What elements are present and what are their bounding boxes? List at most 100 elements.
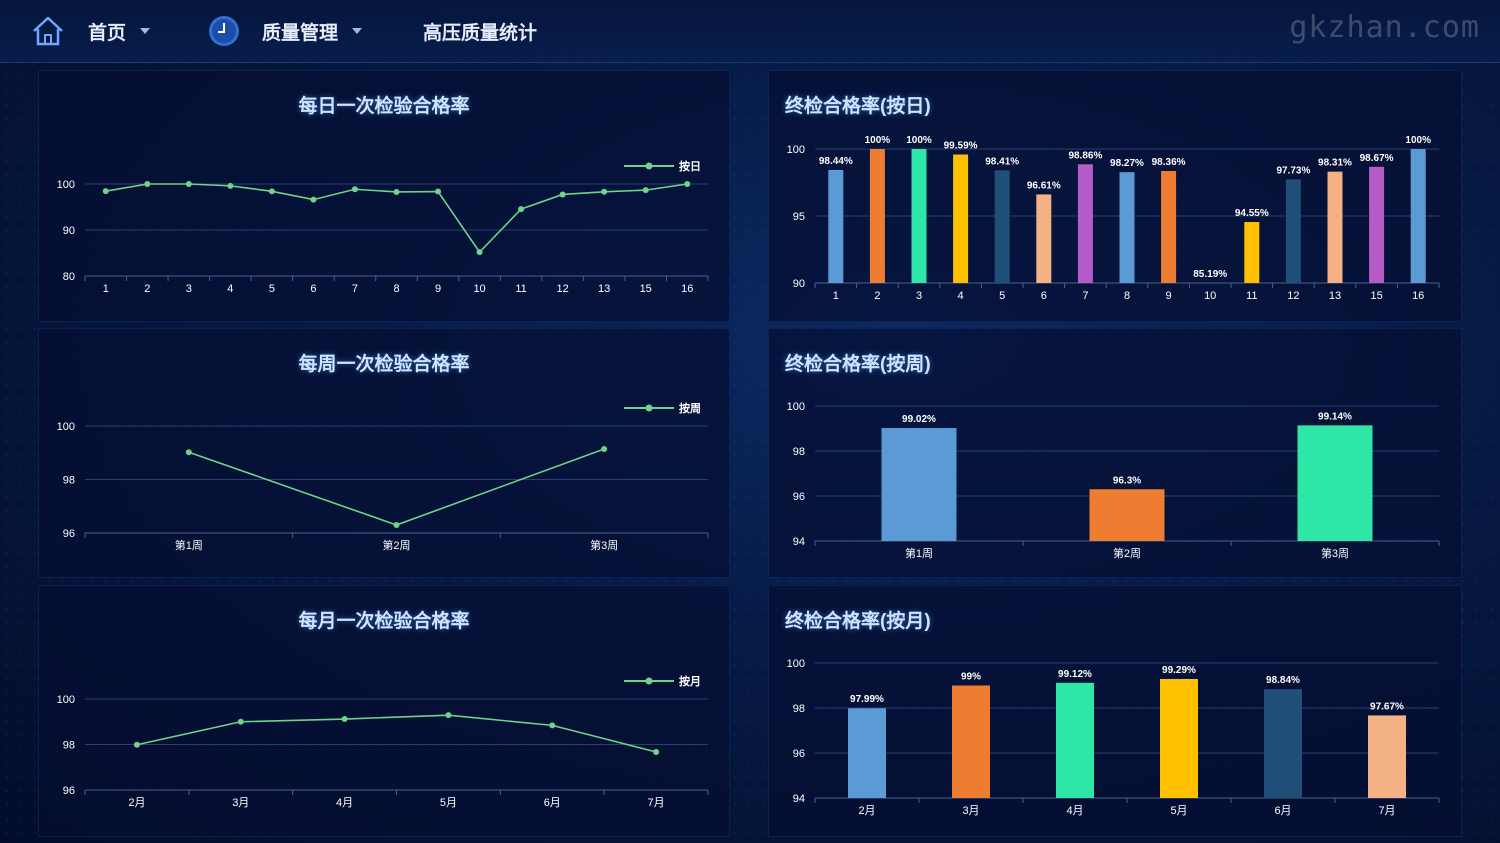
data-label: 85.19% bbox=[1193, 269, 1227, 280]
home-icon[interactable] bbox=[30, 13, 66, 49]
chevron-down-icon[interactable] bbox=[352, 28, 363, 34]
data-label: 96.61% bbox=[1027, 180, 1061, 191]
data-point bbox=[445, 712, 452, 719]
data-label: 99.29% bbox=[1162, 665, 1196, 676]
x-tick-label: 1 bbox=[103, 283, 109, 295]
y-tick-label: 98 bbox=[793, 703, 805, 715]
x-tick-label: 11 bbox=[515, 283, 526, 295]
y-tick-label: 100 bbox=[57, 694, 75, 706]
data-point bbox=[601, 188, 608, 195]
data-point bbox=[237, 718, 244, 725]
bar bbox=[869, 149, 885, 283]
x-tick-label: 10 bbox=[1204, 290, 1216, 302]
data-point bbox=[268, 188, 275, 195]
data-label: 99.12% bbox=[1058, 669, 1092, 680]
data-point bbox=[144, 181, 151, 187]
x-tick-label: 3 bbox=[916, 290, 922, 302]
bar bbox=[1410, 149, 1426, 283]
nav-home-label[interactable]: 首页 bbox=[88, 18, 126, 45]
bar bbox=[953, 154, 969, 283]
data-point bbox=[518, 206, 525, 213]
data-point bbox=[310, 196, 317, 203]
y-tick-label: 80 bbox=[63, 271, 75, 283]
data-point bbox=[642, 187, 649, 194]
bar bbox=[1036, 194, 1052, 283]
top-nav-bar: 首页 质量管理 高压质量统计 gkzhan.com bbox=[0, 0, 1500, 63]
data-label: 99.59% bbox=[944, 140, 978, 151]
data-label: 99.02% bbox=[902, 414, 936, 425]
y-tick-label: 98 bbox=[63, 740, 75, 752]
bar bbox=[1285, 179, 1301, 283]
daily-line-panel: 每日一次检验合格率 80 90 100 1 2 3 4 5 6 7 8 9 10 11 12 13 15 16 按日 bbox=[38, 70, 730, 322]
x-tick-label: 3 bbox=[186, 283, 192, 295]
x-tick-label: 6月 bbox=[544, 797, 561, 809]
chevron-down-icon[interactable] bbox=[140, 28, 151, 34]
data-label: 98.41% bbox=[985, 156, 1019, 167]
x-tick-label: 2 bbox=[874, 290, 880, 302]
bar bbox=[1119, 172, 1135, 283]
x-tick-label: 第3周 bbox=[590, 538, 618, 552]
legend-label: 按月 bbox=[679, 674, 701, 688]
x-tick-label: 9 bbox=[435, 283, 441, 295]
x-tick-label: 6 bbox=[1041, 290, 1047, 302]
x-tick-label: 9 bbox=[1166, 290, 1172, 302]
nav-home[interactable]: 首页 bbox=[30, 0, 151, 62]
data-point bbox=[102, 188, 109, 195]
y-tick-label: 100 bbox=[787, 401, 805, 413]
y-tick-label: 96 bbox=[63, 528, 75, 540]
data-point bbox=[185, 449, 192, 456]
x-tick-label: 13 bbox=[1329, 290, 1341, 302]
legend-marker bbox=[645, 404, 653, 412]
legend-label: 按日 bbox=[679, 159, 701, 173]
nav-page-label[interactable]: 高压质量统计 bbox=[423, 18, 537, 45]
x-tick-label: 15 bbox=[640, 283, 652, 295]
nav-quality[interactable]: 质量管理 bbox=[208, 0, 363, 62]
x-tick-label: 2月 bbox=[128, 797, 145, 809]
bar bbox=[1327, 171, 1343, 283]
x-tick-label: 10 bbox=[473, 283, 485, 295]
data-point bbox=[133, 741, 140, 748]
x-tick-label: 7 bbox=[352, 283, 358, 295]
data-point bbox=[684, 181, 691, 187]
data-label: 98.31% bbox=[1318, 158, 1352, 169]
nav-page[interactable]: 高压质量统计 bbox=[423, 0, 537, 62]
data-point bbox=[601, 446, 608, 453]
bar bbox=[1056, 682, 1094, 798]
x-tick-label: 第2周 bbox=[1113, 546, 1141, 560]
daily-line-chart: 80901001 2 3 4 5 6 7 8 9 10 11 12 13 15 16按日 bbox=[57, 159, 709, 295]
x-tick-label: 6月 bbox=[1274, 805, 1291, 817]
bar bbox=[911, 149, 927, 283]
x-tick-label: 4 bbox=[958, 290, 964, 302]
x-tick-label: 第2周 bbox=[382, 538, 410, 552]
y-tick-label: 94 bbox=[793, 793, 805, 805]
y-tick-label: 95 bbox=[793, 211, 805, 223]
x-tick-label: 第1周 bbox=[905, 546, 933, 560]
data-point bbox=[341, 716, 348, 723]
y-tick-label: 100 bbox=[787, 144, 805, 156]
x-tick-label: 5 bbox=[269, 283, 275, 295]
data-label: 100% bbox=[906, 135, 932, 146]
daily-bar-chart: 909510098.44%1100%2100%399.59%498.41%596… bbox=[787, 135, 1440, 302]
x-tick-label: 5月 bbox=[1170, 805, 1187, 817]
data-label: 100% bbox=[1405, 135, 1431, 146]
data-label: 97.99% bbox=[850, 694, 884, 705]
bar bbox=[1264, 689, 1302, 798]
data-label: 100% bbox=[865, 135, 891, 146]
bar bbox=[952, 685, 990, 798]
data-label: 94.55% bbox=[1235, 208, 1269, 219]
data-label: 99.14% bbox=[1318, 411, 1352, 422]
bar bbox=[1077, 164, 1093, 283]
nav-quality-label[interactable]: 质量管理 bbox=[262, 18, 338, 45]
monthly-bar-chart: 94 96 98 100 97.99% 2月 99% 3月 99.12% 4月 99.29% 5月 98… bbox=[787, 658, 1440, 817]
data-point bbox=[653, 749, 660, 756]
data-label: 97.67% bbox=[1370, 701, 1404, 712]
clock-icon bbox=[209, 16, 239, 46]
y-tick-label: 90 bbox=[63, 225, 75, 237]
monthly-line-panel: 每月一次检验合格率 96 98 100 2月 3月 4月 5月 6月 7月 按月 bbox=[38, 585, 730, 837]
watermark: gkzhan.com bbox=[1289, 10, 1480, 45]
monthly-bar-panel: 终检合格率(按月) 94 96 98 100 97.99% 2月 99% 3月 99.12% 4月… bbox=[768, 585, 1462, 837]
x-tick-label: 4月 bbox=[1066, 805, 1083, 817]
data-label: 96.3% bbox=[1113, 475, 1141, 486]
x-tick-label: 3月 bbox=[962, 805, 979, 817]
x-tick-label: 第1周 bbox=[175, 538, 203, 552]
